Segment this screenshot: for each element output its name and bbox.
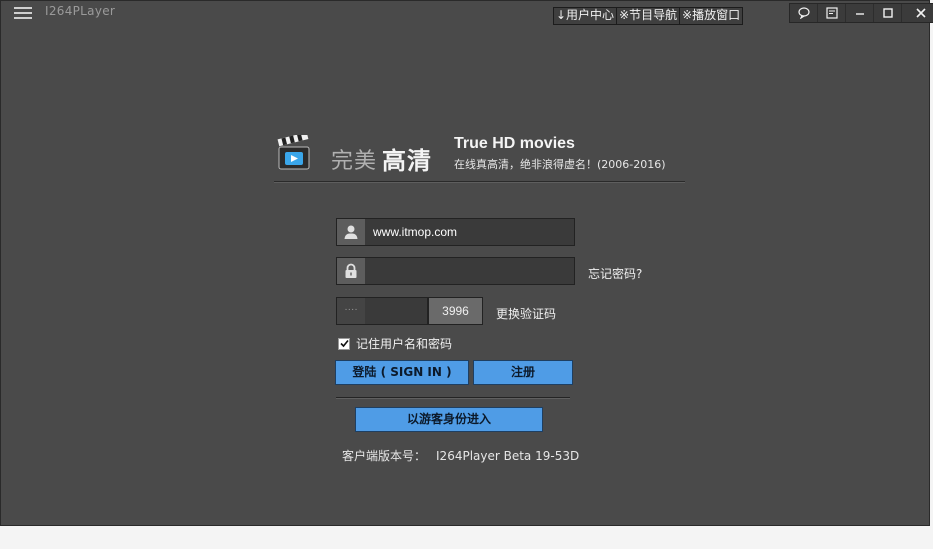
app-title: I264PLayer xyxy=(45,4,116,18)
register-button[interactable]: 注册 xyxy=(473,360,573,385)
password-field xyxy=(336,257,575,285)
close-button[interactable] xyxy=(902,4,933,22)
close-icon xyxy=(916,8,926,18)
tagline-chinese: 在线真高清，绝非浪得虚名！(2006-2016) xyxy=(454,158,666,171)
forgot-password-link[interactable]: 忘记密码? xyxy=(588,265,642,282)
checkmark-icon xyxy=(339,339,349,348)
sign-in-button[interactable]: 登陆 ( SIGN IN ) xyxy=(335,360,469,385)
remember-option: 记住用户名和密码 xyxy=(338,335,452,352)
hamburger-menu-icon[interactable] xyxy=(14,7,32,19)
nav-user-center[interactable]: ↓用户中心 xyxy=(554,8,618,24)
logo-text-big: 高清 xyxy=(382,147,432,175)
captcha-input[interactable]: ···· xyxy=(336,297,428,325)
password-input[interactable] xyxy=(365,258,574,284)
minimize-button[interactable] xyxy=(846,4,874,22)
version-info: 客户端版本号： I264Player Beta 19-53D xyxy=(342,447,579,464)
app-window: I264PLayer ↓用户中心 ※节目导航 ※播放窗口 完美 高清 True … xyxy=(0,0,933,526)
settings-icon xyxy=(825,7,838,19)
maximize-icon xyxy=(882,8,893,18)
version-value: I264Player Beta 19-53D xyxy=(436,449,580,463)
window-controls xyxy=(789,3,933,23)
username-input[interactable] xyxy=(365,219,574,245)
captcha-code[interactable]: 3996 xyxy=(428,297,483,325)
nav-program-guide[interactable]: ※节目导航 xyxy=(617,8,681,24)
username-field xyxy=(336,218,575,246)
remember-checkbox[interactable] xyxy=(338,337,350,350)
maximize-button[interactable] xyxy=(874,4,902,22)
tagline-english: True HD movies xyxy=(454,135,575,152)
form-divider xyxy=(336,397,570,399)
feedback-button[interactable] xyxy=(790,4,818,22)
captcha-dots: ···· xyxy=(337,298,365,324)
guest-login-button[interactable]: 以游客身份进入 xyxy=(355,407,543,432)
title-bar: I264PLayer ↓用户中心 ※节目导航 ※播放窗口 xyxy=(1,1,933,25)
settings-button[interactable] xyxy=(818,4,846,22)
feedback-icon xyxy=(797,7,810,19)
remember-label: 记住用户名和密码 xyxy=(356,337,453,351)
logo-text-small: 完美 xyxy=(331,149,378,174)
user-icon xyxy=(337,219,365,245)
version-label: 客户端版本号： xyxy=(342,449,427,463)
nav-play-window[interactable]: ※播放窗口 xyxy=(680,8,742,24)
header-divider xyxy=(274,181,685,183)
lock-icon xyxy=(337,258,365,284)
change-captcha-link[interactable]: 更换验证码 xyxy=(496,305,556,322)
minimize-icon xyxy=(855,13,864,15)
clapperboard-icon xyxy=(277,135,310,170)
top-nav: ↓用户中心 ※节目导航 ※播放窗口 xyxy=(553,7,744,25)
